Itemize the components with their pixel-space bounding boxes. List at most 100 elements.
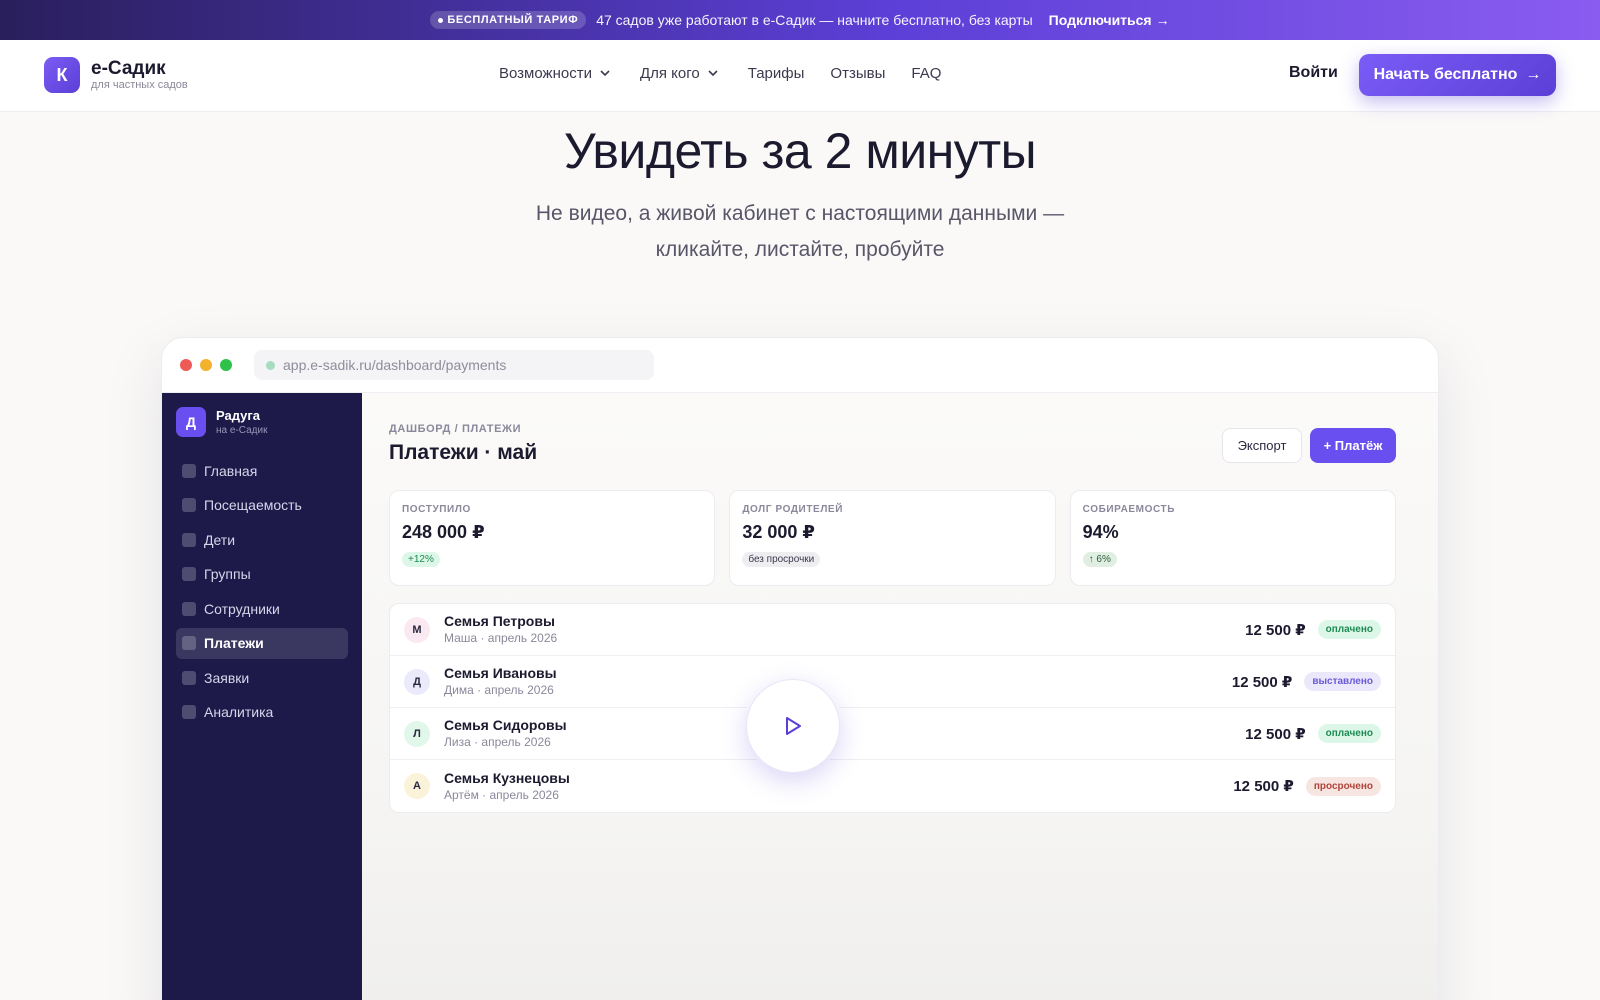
- avatar: Д: [404, 668, 430, 695]
- export-button[interactable]: Экспорт: [1222, 428, 1302, 463]
- demo-app: Д Радуга на е-Садик Главная Посещаемость…: [162, 393, 1438, 1000]
- nav-faq[interactable]: FAQ: [911, 64, 941, 82]
- address-bar[interactable]: app.e-sadik.ru/dashboard/payments: [254, 350, 654, 380]
- play-icon: [786, 717, 801, 735]
- promo-badge-text: БЕСПЛАТНЫЙ ТАРИФ: [447, 14, 579, 26]
- browser-chrome: app.e-sadik.ru/dashboard/payments: [162, 338, 1438, 393]
- sidebar-item-analytics[interactable]: Аналитика: [176, 697, 348, 728]
- kpi-label: СОБИРАЕМОСТЬ: [1082, 504, 1176, 515]
- status-badge: оплачено: [1317, 620, 1381, 639]
- org-avatar: Д: [176, 407, 206, 437]
- avatar: А: [404, 773, 430, 799]
- kpi-value: 32 000 ₽: [742, 522, 815, 542]
- sidebar-item-attendance[interactable]: Посещаемость: [176, 490, 348, 521]
- sidebar-item-label: Заявки: [204, 669, 250, 686]
- kpi-card-debt: ДОЛГ РОДИТЕЛЕЙ 32 000 ₽ без просрочки: [729, 490, 1056, 586]
- promo-badge: БЕСПЛАТНЫЙ ТАРИФ: [430, 11, 587, 29]
- secure-dot-icon: [266, 360, 275, 370]
- add-payment-button[interactable]: + Платёж: [1310, 428, 1396, 463]
- nav-pricing[interactable]: Тарифы: [748, 64, 805, 82]
- play-button[interactable]: [746, 679, 840, 773]
- kpi-badge: ↑ 6%: [1082, 552, 1117, 567]
- logo-name: е-Садик: [91, 57, 166, 79]
- logo-subtitle: для частных садов: [91, 78, 188, 91]
- promo-text: 47 садов уже работают в е-Садик — начнит…: [596, 12, 1033, 28]
- payments-list: М Семья Петровы Маша · апрель 2026 12 50…: [389, 603, 1396, 813]
- promo-link-text[interactable]: Подключиться: [1049, 12, 1152, 28]
- family-name: Семья Ивановы: [444, 665, 557, 681]
- breadcrumb: ДАШБОРД / ПЛАТЕЖИ: [389, 423, 522, 435]
- menu-square-icon: [182, 532, 196, 547]
- promo-link[interactable]: Подключиться →: [1049, 12, 1170, 28]
- payment-amount: 12 500 ₽: [1245, 725, 1306, 743]
- sidebar-item-payments[interactable]: Платежи: [176, 627, 348, 659]
- payment-detail: Артём · апрель 2026: [444, 787, 559, 802]
- page-title: Платежи · май: [389, 441, 538, 464]
- nav-features-label[interactable]: Возможности: [499, 65, 592, 82]
- menu-square-icon: [182, 601, 196, 616]
- sidebar-item-label: Главная: [204, 462, 258, 479]
- payer-info: Семья Сидоровы Лиза · апрель 2026: [444, 717, 1245, 750]
- logo-mark: К: [44, 57, 80, 93]
- sidebar-item-home[interactable]: Главная: [176, 455, 348, 486]
- close-dot-icon: [180, 359, 192, 371]
- hero-subtitle: Не видео, а живой кабинет с настоящими д…: [535, 202, 1065, 261]
- address-url: app.e-sadik.ru/dashboard/payments: [283, 357, 507, 373]
- nav-features[interactable]: Возможности: [499, 64, 614, 82]
- sidebar-item-label: Сотрудники: [204, 600, 280, 617]
- family-name: Семья Сидоровы: [444, 717, 567, 733]
- start-free-button[interactable]: Начать бесплатно →: [1359, 54, 1556, 96]
- arrow-right-icon: →: [1525, 66, 1542, 83]
- table-row[interactable]: М Семья Петровы Маша · апрель 2026 12 50…: [390, 604, 1395, 656]
- main-nav: Возможности Для кого Тарифы Отзывы FAQ: [499, 64, 967, 82]
- kpi-label: ДОЛГ РОДИТЕЛЕЙ: [742, 504, 843, 515]
- kpi-cards: ПОСТУПИЛО 248 000 ₽ +12% ДОЛГ РОДИТЕЛЕЙ …: [389, 490, 1396, 586]
- kpi-label: ПОСТУПИЛО: [402, 504, 471, 515]
- avatar: Л: [404, 720, 430, 747]
- logo[interactable]: К е-Садик для частных садов: [44, 57, 188, 93]
- sidebar-item-label: Аналитика: [204, 704, 274, 720]
- chevron-down-icon: [704, 64, 722, 82]
- sidebar-item-children[interactable]: Дети: [176, 524, 348, 555]
- promo-bar: БЕСПЛАТНЫЙ ТАРИФ 47 садов уже работают в…: [0, 0, 1600, 40]
- maximize-dot-icon: [220, 359, 232, 371]
- kpi-card-received: ПОСТУПИЛО 248 000 ₽ +12%: [389, 490, 716, 586]
- kpi-value: 94%: [1082, 522, 1119, 542]
- nav-reviews[interactable]: Отзывы: [830, 64, 885, 82]
- sidebar-item-label: Группы: [204, 566, 251, 582]
- kpi-value: 248 000 ₽: [402, 522, 485, 542]
- org-name: Радуга: [216, 407, 261, 423]
- hero-title: Увидеть за 2 минуты: [563, 123, 1037, 179]
- family-name: Семья Петровы: [444, 613, 555, 629]
- start-free-label[interactable]: Начать бесплатно: [1374, 66, 1518, 84]
- dot-icon: [438, 17, 444, 23]
- payment-detail: Маша · апрель 2026: [444, 631, 558, 645]
- payment-detail: Дима · апрель 2026: [444, 683, 554, 697]
- chevron-down-icon: [596, 64, 614, 82]
- menu-square-icon: [182, 498, 196, 512]
- menu-square-icon: [182, 463, 196, 478]
- nav-audience[interactable]: Для кого: [640, 64, 722, 82]
- kpi-badge: +12%: [402, 552, 440, 567]
- table-row[interactable]: А Семья Кузнецовы Артём · апрель 2026 12…: [390, 760, 1395, 812]
- family-name: Семья Кузнецовы: [444, 769, 570, 786]
- status-badge: выставлено: [1304, 672, 1381, 691]
- payer-info: Семья Кузнецовы Артём · апрель 2026: [444, 770, 1233, 803]
- sidebar-item-label: Платежи: [204, 635, 264, 651]
- site-header: К е-Садик для частных садов Возможности …: [0, 40, 1600, 112]
- sidebar-item-staff[interactable]: Сотрудники: [176, 593, 348, 624]
- menu-square-icon: [182, 705, 196, 719]
- table-row[interactable]: Л Семья Сидоровы Лиза · апрель 2026 12 5…: [390, 708, 1395, 760]
- table-row[interactable]: Д Семья Ивановы Дима · апрель 2026 12 50…: [390, 656, 1395, 708]
- org-switcher[interactable]: Д Радуга на е-Садик: [176, 407, 348, 437]
- payment-amount: 12 500 ₽: [1233, 778, 1294, 795]
- sidebar-item-groups[interactable]: Группы: [176, 559, 348, 590]
- main-content: ДАШБОРД / ПЛАТЕЖИ Платежи · май Экспорт …: [362, 393, 1438, 1000]
- login-link[interactable]: Войти: [1289, 64, 1338, 82]
- menu-square-icon: [182, 567, 196, 581]
- sidebar: Д Радуга на е-Садик Главная Посещаемость…: [162, 393, 362, 1000]
- avatar: М: [404, 616, 430, 643]
- menu-square-icon: [182, 670, 196, 685]
- nav-audience-label[interactable]: Для кого: [640, 65, 700, 82]
- sidebar-item-requests[interactable]: Заявки: [176, 662, 348, 693]
